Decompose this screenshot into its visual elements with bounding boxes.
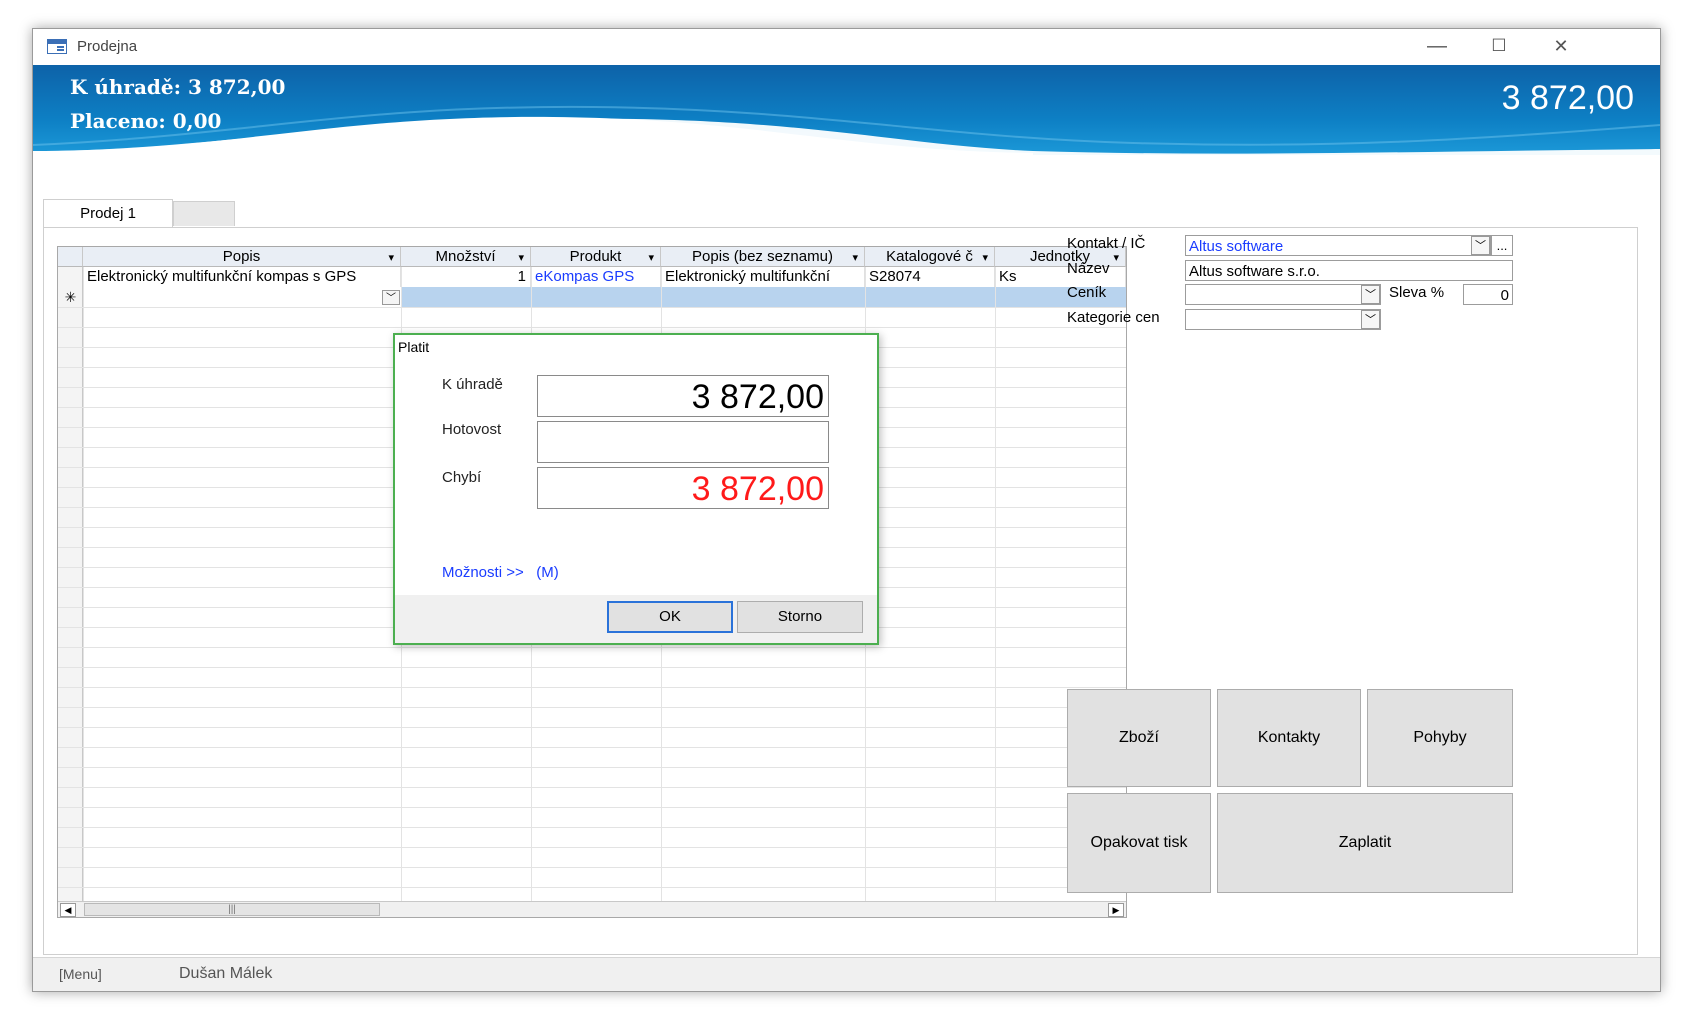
cenik-combo[interactable] — [1185, 284, 1381, 305]
payment-header: K úhradě: 3 872,00 Placeno: 0,00 3 872,0… — [33, 65, 1660, 155]
k-uhrade-label: K úhradě — [442, 376, 503, 393]
cenik-label: Ceník — [1067, 284, 1107, 301]
kontakt-combo[interactable]: Altus software — [1185, 235, 1491, 256]
tab-prodej-1[interactable]: Prodej 1 — [43, 199, 173, 228]
grid-row-line — [58, 827, 1126, 828]
ok-button[interactable]: OK — [607, 601, 733, 633]
maximize-button[interactable]: ☐ — [1468, 29, 1530, 65]
moznosti-shortcut: (M) — [536, 564, 559, 581]
grid-row-line — [58, 707, 1126, 708]
grid-row-line — [58, 807, 1126, 808]
grid-row-line — [58, 787, 1126, 788]
status-bar: [Menu] Dušan Málek — [33, 957, 1660, 991]
total-amount-display: 3 872,00 — [1501, 79, 1634, 117]
grid-column-line — [83, 267, 84, 903]
minimize-button[interactable]: — — [1406, 29, 1468, 65]
grid-row-line — [58, 687, 1126, 688]
close-button[interactable]: ✕ — [1530, 29, 1592, 65]
window-title: Prodejna — [77, 38, 138, 55]
chybi-value: 3 872,00 — [537, 467, 829, 509]
hotovost-label: Hotovost — [442, 421, 502, 438]
sleva-label: Sleva % — [1389, 284, 1445, 301]
sleva-field[interactable]: 0 — [1463, 284, 1513, 305]
chevron-down-icon[interactable]: ﹀ — [1471, 236, 1490, 255]
chevron-down-icon[interactable]: ﹀ — [1361, 285, 1380, 304]
grid-row-line — [58, 847, 1126, 848]
grid-row-line — [58, 767, 1126, 768]
scroll-thumb[interactable]: ||| — [84, 903, 380, 916]
grid-row-line — [58, 887, 1126, 888]
chybi-label: Chybí — [442, 469, 482, 486]
grid-row-line — [58, 747, 1126, 748]
nazev-label: Název — [1067, 260, 1110, 277]
kontakt-label: Kontakt / IČ — [1067, 235, 1146, 252]
pohyby-button[interactable]: Pohyby — [1367, 689, 1513, 787]
hotovost-input[interactable] — [537, 421, 829, 463]
kategorie-cen-label: Kategorie cen — [1067, 309, 1160, 326]
kontakt-more-button[interactable]: ... — [1491, 235, 1513, 256]
zbozi-button[interactable]: Zboží — [1067, 689, 1211, 787]
storno-button[interactable]: Storno — [737, 601, 863, 633]
tab-new[interactable] — [173, 201, 235, 226]
moznosti-link[interactable]: Možnosti >> (M) — [442, 564, 559, 581]
horizontal-scrollbar[interactable]: ◀ ||| ▶ — [58, 901, 1126, 917]
platit-dialog: Platit K úhradě 3 872,00 Hotovost Chybí … — [393, 333, 879, 645]
grid-column-line — [995, 267, 996, 903]
grid-row-line — [58, 667, 1126, 668]
grid-row-line — [58, 307, 1126, 308]
title-bar: Prodejna — ☐ ✕ — [33, 29, 1660, 65]
scroll-left-icon[interactable]: ◀ — [60, 903, 76, 917]
grid-row-line — [58, 647, 1126, 648]
grid-row-line — [58, 327, 1126, 328]
k-uhrade-value: 3 872,00 — [537, 375, 829, 417]
nazev-field[interactable]: Altus software s.r.o. — [1185, 260, 1513, 281]
chevron-down-icon[interactable]: ﹀ — [1361, 310, 1380, 329]
grid-row-line — [58, 867, 1126, 868]
scroll-right-icon[interactable]: ▶ — [1108, 903, 1124, 917]
kategorie-cen-combo[interactable] — [1185, 309, 1381, 330]
opakovat-tisk-button[interactable]: Opakovat tisk — [1067, 793, 1211, 893]
zaplatit-button[interactable]: Zaplatit — [1217, 793, 1513, 893]
menu-link[interactable]: [Menu] — [59, 966, 102, 982]
user-name: Dušan Málek — [179, 965, 273, 982]
amount-paid-label: Placeno: 0,00 — [70, 109, 222, 133]
grid-row-line — [58, 727, 1126, 728]
amount-due-label: K úhradě: 3 872,00 — [70, 75, 286, 99]
moznosti-text: Možnosti >> — [442, 564, 524, 581]
kontakty-button[interactable]: Kontakty — [1217, 689, 1361, 787]
dialog-title: Platit — [398, 339, 430, 355]
form-icon — [47, 39, 67, 54]
